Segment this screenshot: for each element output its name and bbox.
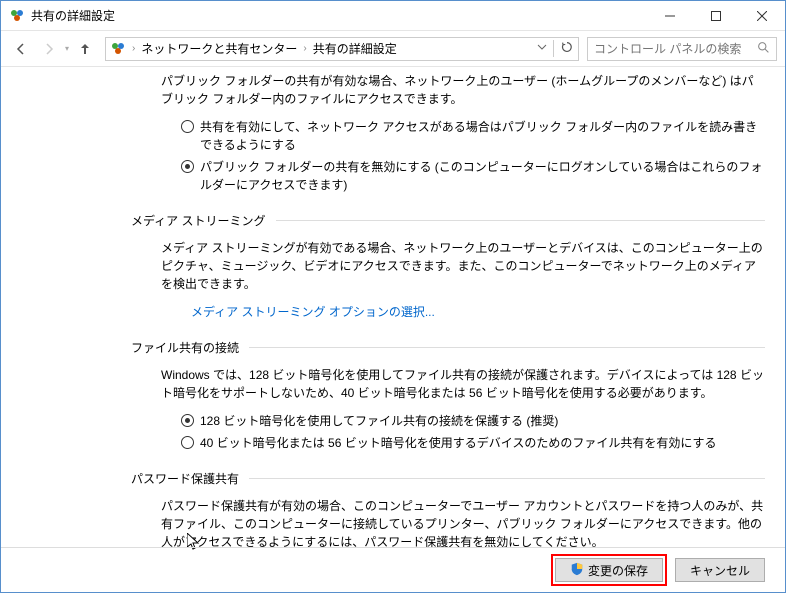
breadcrumb[interactable]: › ネットワークと共有センター › 共有の詳細設定 [132,40,397,57]
radio-128bit[interactable] [181,414,194,427]
file-sharing-options: 128 ビット暗号化を使用してファイル共有の接続を保護する (推奨) 40 ビッ… [181,412,765,452]
app-icon [9,8,25,24]
public-folder-options: 共有を有効にして、ネットワーク アクセスがある場合はパブリック フォルダー内のフ… [181,118,765,194]
radio-public-disable-label: パブリック フォルダーの共有を無効にする (このコンピューターにログオンしている… [200,158,765,194]
address-bar[interactable]: › ネットワークと共有センター › 共有の詳細設定 [105,37,579,61]
window-title: 共有の詳細設定 [31,7,115,24]
breadcrumb-part1[interactable]: ネットワークと共有センター [141,40,297,57]
breadcrumb-part2[interactable]: 共有の詳細設定 [313,40,397,57]
cancel-button-label: キャンセル [690,562,750,579]
file-sharing-intro: Windows では、128 ビット暗号化を使用してファイル共有の接続が保護され… [161,366,765,402]
footer: 変更の保存 キャンセル [1,547,785,592]
search-box[interactable] [587,37,777,61]
address-icon [110,41,126,57]
radio-public-enable[interactable] [181,120,194,133]
window-controls [647,1,785,30]
chevron-icon: › [303,43,306,54]
radio-40-56bit-label: 40 ビット暗号化または 56 ビット暗号化を使用するデバイスのためのファイル共… [200,434,716,452]
save-button-label: 変更の保存 [588,562,648,579]
cancel-button[interactable]: キャンセル [675,558,765,582]
section-title-text: メディア ストリーミング [131,212,266,229]
history-dropdown[interactable]: ▾ [65,44,69,53]
search-icon[interactable] [757,41,770,57]
content-area: パブリック フォルダーの共有が有効な場合、ネットワーク上のユーザー (ホームグル… [1,68,785,547]
section-title-text: ファイル共有の接続 [131,339,239,356]
section-file-sharing-conn: ファイル共有の接続 [131,339,765,356]
close-button[interactable] [739,1,785,30]
toolbar: ▾ › ネットワークと共有センター › 共有の詳細設定 [1,31,785,67]
refresh-button[interactable] [553,40,574,57]
shield-icon [570,562,584,579]
radio-public-disable[interactable] [181,160,194,173]
radio-public-enable-label: 共有を有効にして、ネットワーク アクセスがある場合はパブリック フォルダー内のフ… [200,118,765,154]
section-title-text: パスワード保護共有 [131,470,239,487]
public-folder-intro: パブリック フォルダーの共有が有効な場合、ネットワーク上のユーザー (ホームグル… [161,72,765,108]
section-password-protect: パスワード保護共有 [131,470,765,487]
up-button[interactable] [73,37,97,61]
media-streaming-link[interactable]: メディア ストリーミング オプションの選択... [191,305,435,319]
save-button-highlight: 変更の保存 [551,554,667,586]
back-button[interactable] [9,37,33,61]
minimize-button[interactable] [647,1,693,30]
password-protect-intro: パスワード保護共有が有効の場合、このコンピューターでユーザー アカウントとパスワ… [161,497,765,547]
maximize-button[interactable] [693,1,739,30]
radio-128bit-label: 128 ビット暗号化を使用してファイル共有の接続を保護する (推奨) [200,412,558,430]
save-button[interactable]: 変更の保存 [555,558,663,582]
search-input[interactable] [594,42,757,56]
chevron-icon: › [132,43,135,54]
address-dropdown[interactable] [537,42,547,55]
media-streaming-intro: メディア ストリーミングが有効である場合、ネットワーク上のユーザーとデバイスは、… [161,239,765,293]
titlebar: 共有の詳細設定 [1,1,785,31]
radio-40-56bit[interactable] [181,436,194,449]
forward-button[interactable] [37,37,61,61]
section-media-streaming: メディア ストリーミング [131,212,765,229]
